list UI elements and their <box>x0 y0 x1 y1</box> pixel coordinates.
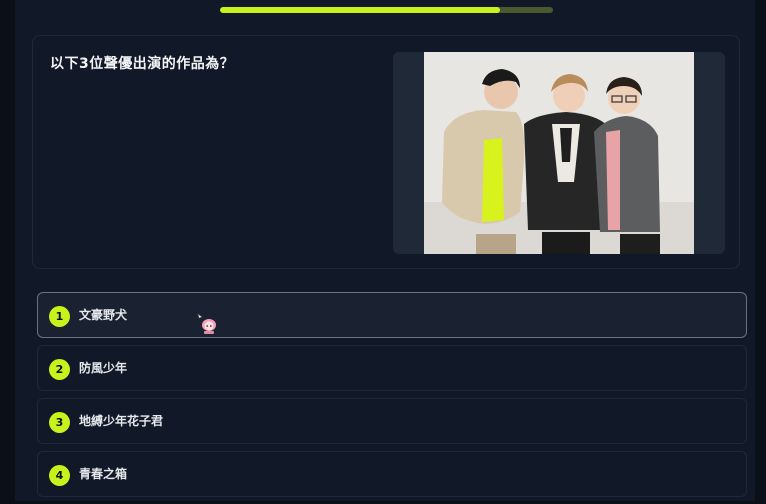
option-label: 文豪野犬 <box>79 308 128 322</box>
option-number-badge: 2 <box>49 359 70 380</box>
question-image-frame <box>393 52 725 254</box>
option-4[interactable]: 4 青春之箱 <box>37 451 747 497</box>
answer-options: 1 文豪野犬 2 防風少年 3 地縛少年花子君 4 青春之箱 <box>37 292 747 504</box>
progress-bar <box>220 7 553 13</box>
question-card: 以下3位聲優出演的作品為？ <box>32 35 740 269</box>
cursor-icon <box>197 313 216 334</box>
quiz-page: 以下3位聲優出演的作品為？ 1 文豪野犬 2 防風少年 3 地縛少年花子君 4 … <box>15 0 755 501</box>
question-text: 以下3位聲優出演的作品為？ <box>50 56 235 72</box>
option-number-badge: 4 <box>49 465 70 486</box>
option-2[interactable]: 2 防風少年 <box>37 345 747 391</box>
option-number-badge: 1 <box>49 306 70 327</box>
option-label: 地縛少年花子君 <box>79 414 164 428</box>
option-3[interactable]: 3 地縛少年花子君 <box>37 398 747 444</box>
option-label: 青春之箱 <box>79 467 128 481</box>
option-label: 防風少年 <box>79 361 128 375</box>
progress-bar-fill <box>220 7 500 13</box>
option-1[interactable]: 1 文豪野犬 <box>37 292 747 338</box>
question-photo <box>424 52 694 254</box>
option-number-badge: 3 <box>49 412 70 433</box>
